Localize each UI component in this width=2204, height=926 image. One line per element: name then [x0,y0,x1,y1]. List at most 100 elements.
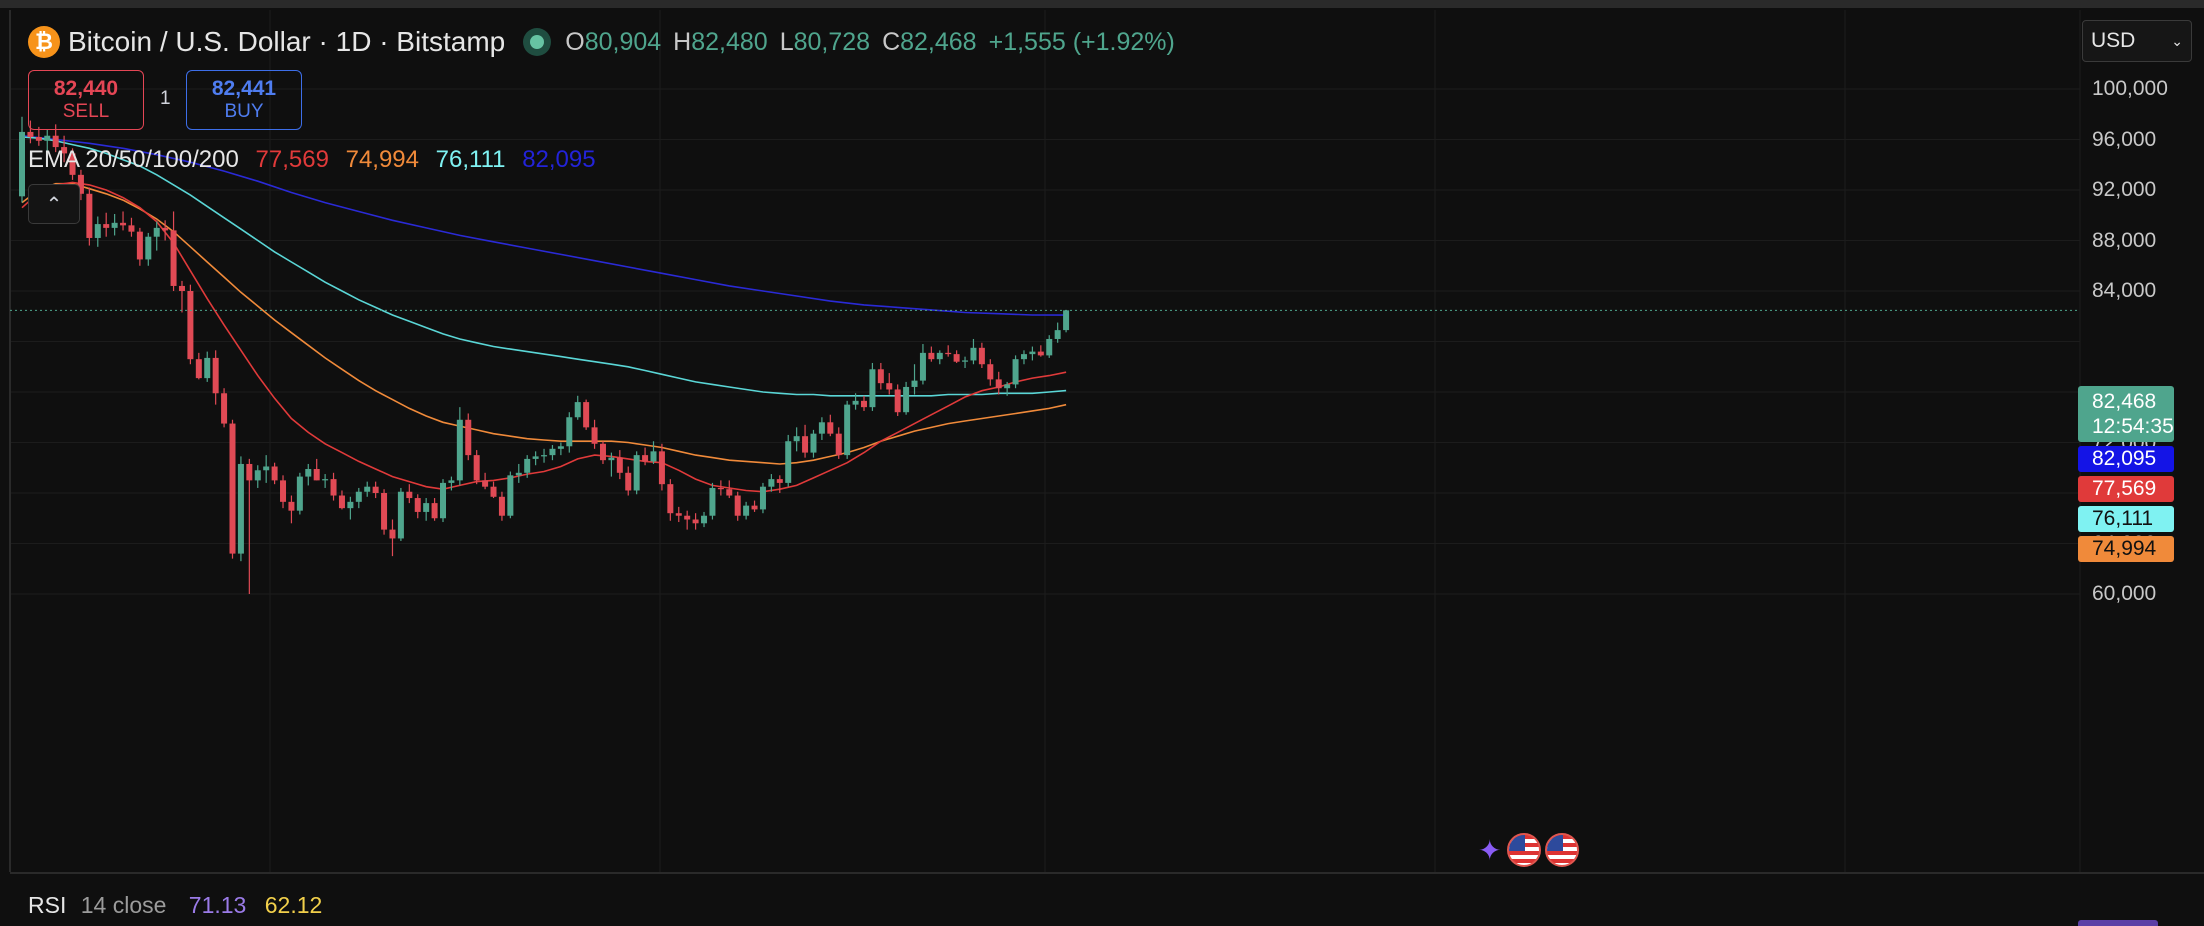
ohlc-open: O80,904 [565,27,662,56]
candle-body [364,486,371,492]
candle [726,480,733,499]
candle-body [978,347,985,365]
candle [212,350,219,405]
candle [549,445,556,461]
candle [515,463,522,483]
candle-body [423,503,430,512]
candle [566,412,573,453]
candle-body [229,423,236,554]
candle-body [507,475,514,516]
candle-body [263,466,270,471]
us-flag-icon[interactable] [1545,833,1580,867]
collapse-legend-button[interactable]: ⌃ [28,184,80,224]
candle [263,455,270,483]
y-tick-label: 92,000 [2092,178,2157,201]
candle [406,484,413,504]
candle-body [414,498,421,512]
candle-body [1054,330,1061,339]
candle-body [120,222,127,226]
ema20-value: 77,569 [255,146,329,173]
candle-body [1020,354,1027,360]
candle [178,280,185,313]
candle-body [136,231,143,260]
candle-body [953,354,960,362]
ema100-line [21,136,1067,397]
candle-body [128,225,135,232]
ema200-value: 82,095 [522,146,596,173]
bitcoin-icon[interactable]: ₿ [28,26,60,58]
candle-body [861,400,867,408]
candle [919,344,926,385]
candle-body [1004,384,1011,389]
candle [995,371,1002,395]
candle-body [995,379,1002,389]
candle-body [793,436,800,442]
candle-body [440,482,446,519]
economic-events[interactable]: ✦ [1478,830,1580,870]
candle-body [288,501,295,511]
currency-select[interactable]: USD ⌄ [2082,20,2192,62]
candle [1029,346,1036,361]
symbol-legend[interactable]: ₿ Bitcoin / U.S. Dollar · 1D · Bitstamp … [28,24,1175,60]
candle-body [482,480,489,487]
buy-button[interactable]: 82,441 BUY [186,70,302,130]
candle-body [246,463,253,481]
candle-body [532,456,539,459]
market-status-icon[interactable] [523,28,552,56]
candle-body [280,480,287,502]
candle-body [35,136,42,141]
ema50-price-tag: 74,994 [2078,536,2174,562]
pane-divider[interactable] [10,872,2204,874]
candle-body [94,224,101,238]
candle [372,481,379,499]
candle [507,471,514,519]
last-price-tag: 82,468 12:54:35 [2078,386,2174,442]
candle [894,384,901,416]
candle-body [44,135,51,141]
candle [246,458,253,594]
ema-legend[interactable]: EMA 20/50/100/200 77,569 74,994 76,111 8… [28,146,606,174]
candle-body [970,347,977,361]
candle [237,456,244,562]
candle [440,479,446,523]
candle-body [271,466,278,481]
symbol-title[interactable]: Bitcoin / U.S. Dollar · 1D · Bitstamp [68,26,505,58]
candle-body [684,515,691,520]
candle-body [886,383,893,390]
ema50-line [21,182,1067,465]
candle-body [86,193,93,238]
candle-body [153,227,160,237]
candle [557,442,564,456]
candle [347,496,354,520]
candle-body [810,433,817,453]
price-chart[interactable] [0,0,2204,926]
candle-body [103,224,110,228]
candle-body [305,469,312,477]
candle-body [465,419,472,456]
bar-countdown: 12:54:35 [2092,415,2174,438]
candle-body [650,451,657,462]
sparkle-icon[interactable]: ✦ [1478,834,1501,867]
candle-body [928,352,935,360]
us-flag-icon[interactable] [1507,833,1542,867]
ema-legend-label[interactable]: EMA 20/50/100/200 [28,146,239,173]
candle [541,448,548,463]
sell-button[interactable]: 82,440 SELL [28,70,144,130]
candle [818,417,825,440]
candle-body [330,479,337,496]
candle-body [642,455,649,462]
candle [414,494,421,519]
candle-body [254,470,261,481]
candle [473,450,480,485]
candle-body [204,357,211,379]
rsi-legend[interactable]: RSI 14 close 71.13 62.12 [28,892,322,919]
candle [288,495,295,524]
candle [574,395,581,420]
ohlc-high: H82,480 [673,27,768,56]
candle [953,350,960,363]
ohlc-low: L80,728 [779,27,871,56]
candle [785,434,792,487]
candle [936,350,943,365]
candle [423,498,430,521]
candle [221,388,228,428]
